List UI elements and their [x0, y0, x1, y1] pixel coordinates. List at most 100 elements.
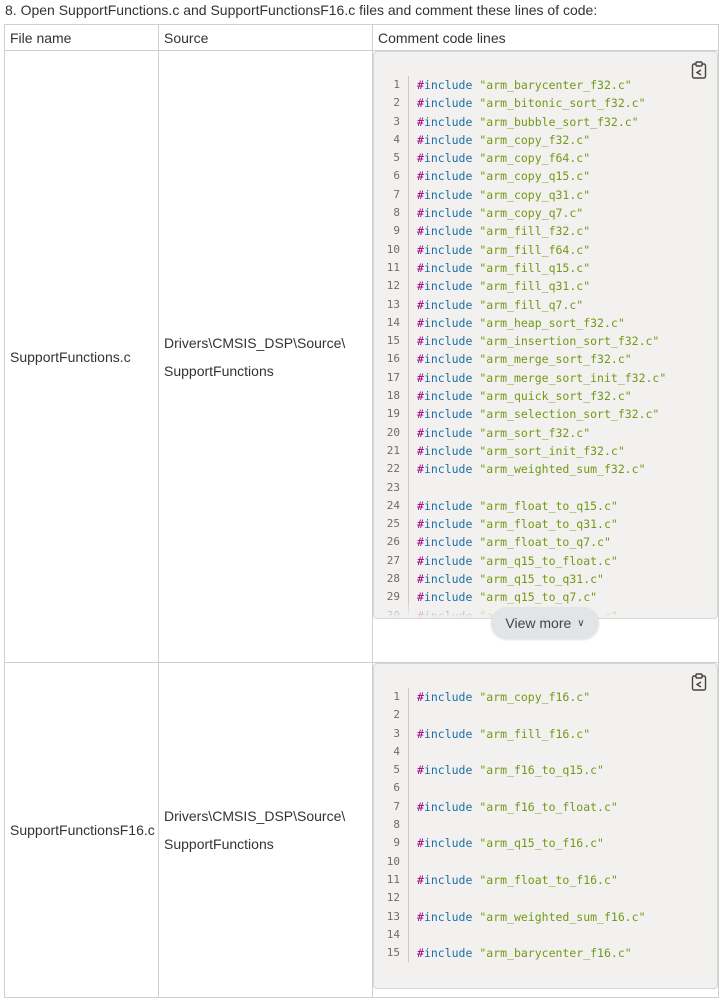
source-folder: SupportFunctions	[164, 357, 372, 385]
include-keyword: include	[424, 169, 472, 183]
code-line: 12	[374, 889, 717, 907]
code-line: 18#include "arm_quick_sort_f32.c"	[374, 387, 717, 405]
code-text: #include "arm_bubble_sort_f32.c"	[409, 113, 639, 131]
code-line: 5#include "arm_f16_to_q15.c"	[374, 761, 717, 779]
code-text: #include "arm_fill_q31.c"	[409, 277, 590, 295]
code-line: 15#include "arm_insertion_sort_f32.c"	[374, 332, 717, 350]
line-number: 8	[374, 816, 409, 834]
include-filename: "arm_q15_to_f16.c"	[479, 836, 604, 850]
line-number: 28	[374, 570, 409, 588]
code-line: 15#include "arm_barycenter_f16.c"	[374, 944, 717, 962]
include-filename: "arm_fill_q31.c"	[479, 279, 590, 293]
code-line: 14#include "arm_heap_sort_f32.c"	[374, 314, 717, 332]
line-number: 12	[374, 889, 409, 907]
code-text	[409, 926, 417, 944]
line-number: 10	[374, 241, 409, 259]
line-number: 7	[374, 798, 409, 816]
copy-to-clipboard-icon[interactable]	[691, 673, 707, 691]
line-number: 11	[374, 259, 409, 277]
preprocessor-hash: #	[417, 279, 424, 293]
code-cell: 1#include "arm_barycenter_f32.c"2#includ…	[373, 51, 719, 663]
file-name-cell: SupportFunctions.c	[5, 51, 159, 663]
code-line: 17#include "arm_merge_sort_init_f32.c"	[374, 369, 717, 387]
code-line: 27#include "arm_q15_to_float.c"	[374, 552, 717, 570]
code-text: #include "arm_copy_f64.c"	[409, 149, 590, 167]
include-keyword: include	[424, 188, 472, 202]
code-text: #include "arm_q15_to_q31.c"	[409, 570, 604, 588]
include-filename: "arm_float_to_f16.c"	[479, 873, 617, 887]
preprocessor-hash: #	[417, 727, 424, 741]
include-keyword: include	[424, 115, 472, 129]
code-line: 9#include "arm_q15_to_f16.c"	[374, 834, 717, 852]
chevron-down-icon: ∨	[577, 618, 584, 629]
code-text	[409, 706, 417, 724]
preprocessor-hash: #	[417, 133, 424, 147]
line-number: 10	[374, 853, 409, 871]
preprocessor-hash: #	[417, 572, 424, 586]
code-text: #include "arm_q15_to_f16.c"	[409, 834, 604, 852]
line-number: 26	[374, 533, 409, 551]
line-number: 2	[374, 706, 409, 724]
line-number: 13	[374, 296, 409, 314]
line-number: 14	[374, 314, 409, 332]
include-filename: "arm_barycenter_f16.c"	[479, 946, 631, 960]
preprocessor-hash: #	[417, 535, 424, 549]
code-line: 2	[374, 706, 717, 724]
line-number: 14	[374, 926, 409, 944]
code-line: 12#include "arm_fill_q31.c"	[374, 277, 717, 295]
include-filename: "arm_float_to_q7.c"	[479, 535, 611, 549]
include-keyword: include	[424, 389, 472, 403]
include-keyword: include	[424, 298, 472, 312]
line-number: 1	[374, 688, 409, 706]
line-number: 4	[374, 743, 409, 761]
preprocessor-hash: #	[417, 763, 424, 777]
code-line: 6	[374, 779, 717, 797]
code-line: 13#include "arm_fill_q7.c"	[374, 296, 717, 314]
code-text	[409, 479, 417, 497]
view-more-button[interactable]: View more ∨	[491, 607, 599, 639]
code-text: #include "arm_f16_to_q15.c"	[409, 761, 604, 779]
code-block[interactable]: 1#include "arm_copy_f16.c"23#include "ar…	[373, 663, 718, 989]
line-number: 25	[374, 515, 409, 533]
code-text	[409, 889, 417, 907]
preprocessor-hash: #	[417, 554, 424, 568]
include-filename: "arm_merge_sort_init_f32.c"	[479, 371, 666, 385]
preprocessor-hash: #	[417, 206, 424, 220]
include-keyword: include	[424, 763, 472, 777]
code-line: 2#include "arm_bitonic_sort_f32.c"	[374, 94, 717, 112]
code-text: #include "arm_sort_f32.c"	[409, 424, 590, 442]
include-filename: "arm_fill_f32.c"	[479, 224, 590, 238]
line-number: 17	[374, 369, 409, 387]
line-number: 4	[374, 131, 409, 149]
include-keyword: include	[424, 946, 472, 960]
code-line: 9#include "arm_fill_f32.c"	[374, 222, 717, 240]
header-source: Source	[159, 25, 373, 51]
source-path: Drivers\CMSIS_DSP\Source\	[164, 329, 372, 357]
include-keyword: include	[424, 572, 472, 586]
line-number: 5	[374, 149, 409, 167]
code-line: 20#include "arm_sort_f32.c"	[374, 424, 717, 442]
include-filename: "arm_quick_sort_f32.c"	[479, 389, 631, 403]
line-number: 9	[374, 834, 409, 852]
line-number: 3	[374, 113, 409, 131]
include-filename: "arm_f16_to_float.c"	[479, 800, 617, 814]
include-keyword: include	[424, 279, 472, 293]
include-filename: "arm_copy_f64.c"	[479, 151, 590, 165]
line-number: 15	[374, 944, 409, 962]
code-line: 22#include "arm_weighted_sum_f32.c"	[374, 460, 717, 478]
include-filename: "arm_fill_f64.c"	[479, 243, 590, 257]
copy-to-clipboard-icon[interactable]	[691, 61, 707, 79]
preprocessor-hash: #	[417, 316, 424, 330]
step-instruction: 8. Open SupportFunctions.c and SupportFu…	[5, 2, 597, 18]
code-text	[409, 779, 417, 797]
code-line: 8#include "arm_copy_q7.c"	[374, 204, 717, 222]
code-text: #include "arm_copy_f16.c"	[409, 688, 590, 706]
code-line: 16#include "arm_merge_sort_f32.c"	[374, 350, 717, 368]
line-number: 2	[374, 94, 409, 112]
include-keyword: include	[424, 243, 472, 257]
preprocessor-hash: #	[417, 188, 424, 202]
code-block[interactable]: 1#include "arm_barycenter_f32.c"2#includ…	[373, 51, 718, 619]
code-text: #include "arm_fill_f64.c"	[409, 241, 590, 259]
include-keyword: include	[424, 224, 472, 238]
line-number: 8	[374, 204, 409, 222]
